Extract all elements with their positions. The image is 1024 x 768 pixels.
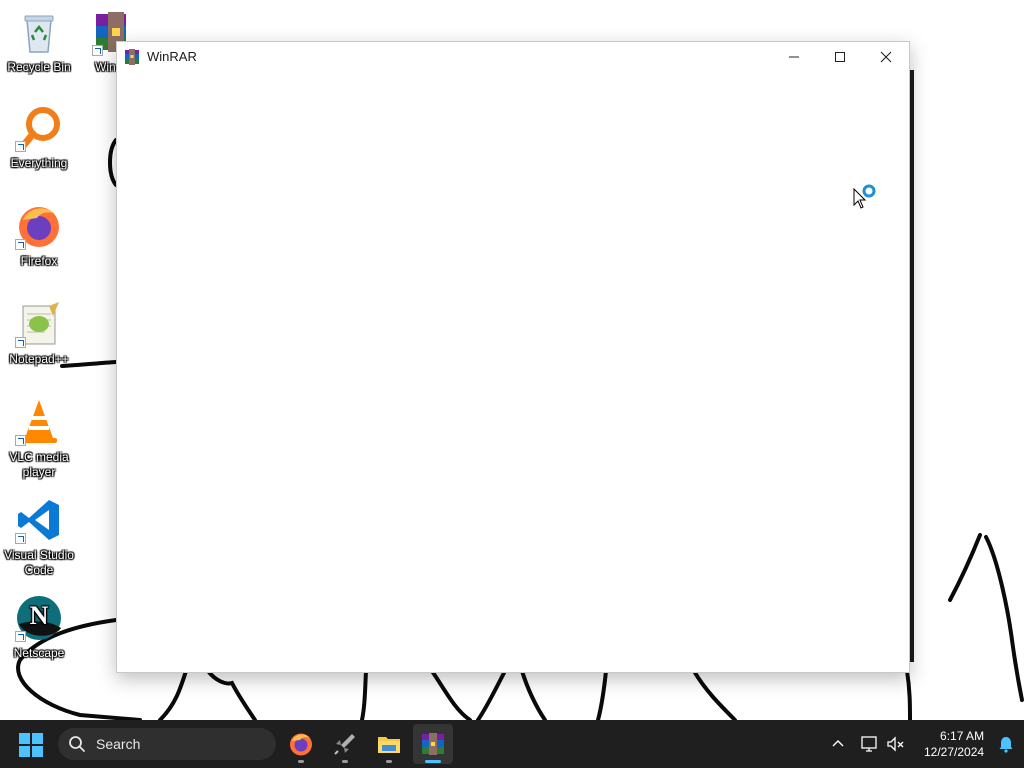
desktop-icon-recycle-bin[interactable]: Recycle Bin xyxy=(1,8,77,75)
search-icon xyxy=(69,736,85,752)
desktop-icon-label: Notepad++ xyxy=(9,352,69,366)
running-indicator xyxy=(386,760,392,763)
desktop-icon-label: Everything xyxy=(10,156,68,170)
shortcut-arrow-icon xyxy=(15,631,26,642)
shortcut-arrow-icon xyxy=(15,337,26,348)
active-indicator xyxy=(425,760,441,763)
maximize-button[interactable] xyxy=(817,42,863,71)
close-button[interactable] xyxy=(863,42,909,71)
close-icon xyxy=(880,51,892,62)
desktop-icon-label: VLC media player xyxy=(9,450,69,479)
shortcut-arrow-icon xyxy=(15,239,26,250)
desktop-icon-firefox[interactable]: Firefox xyxy=(1,202,77,269)
window-title: WinRAR xyxy=(147,49,197,64)
network-button[interactable] xyxy=(860,734,880,754)
desktop-icon-label: Firefox xyxy=(20,254,58,268)
system-tray: 6:17 AM 12/27/2024 xyxy=(828,720,1016,768)
taskbar-clock[interactable]: 6:17 AM 12/27/2024 xyxy=(924,728,984,760)
winrar-icon xyxy=(422,733,444,755)
minimize-button[interactable] xyxy=(771,42,817,71)
running-indicator xyxy=(342,760,348,763)
winrar-icon xyxy=(125,48,139,65)
volume-button[interactable] xyxy=(886,734,906,754)
recycle-bin-icon xyxy=(15,8,63,56)
desktop-icon-label: Netscape xyxy=(13,646,65,660)
firefox-icon xyxy=(290,733,312,756)
desktop-icon-label: Visual Studio Code xyxy=(4,548,74,577)
maximize-icon xyxy=(835,51,845,62)
show-hidden-icons-button[interactable] xyxy=(828,734,848,754)
notepad-plus-plus-icon xyxy=(15,300,63,348)
taskbar-app-rocket[interactable] xyxy=(325,724,365,764)
desktop-icon-netscape[interactable]: N Netscape xyxy=(1,594,77,661)
taskbar-app-firefox[interactable] xyxy=(281,724,321,764)
bell-icon xyxy=(999,737,1013,753)
clock-date: 12/27/2024 xyxy=(924,745,985,759)
network-icon xyxy=(861,736,877,752)
running-indicator xyxy=(298,760,304,763)
shortcut-arrow-icon xyxy=(15,533,26,544)
taskbar-search-box[interactable] xyxy=(58,728,276,760)
desktop-icon-notepad-plus-plus[interactable]: Notepad++ xyxy=(1,300,77,367)
desktop-icon-vlc[interactable]: VLC media player xyxy=(1,398,77,480)
search-input[interactable] xyxy=(94,735,258,753)
taskbar-app-winrar[interactable] xyxy=(413,724,453,764)
desktop-icon-label: Recycle Bin xyxy=(7,60,71,74)
notifications-button[interactable] xyxy=(996,734,1016,754)
desktop-icon-label: Win xyxy=(95,60,116,74)
start-button[interactable] xyxy=(18,732,44,758)
volume-muted-icon xyxy=(887,736,904,752)
minimize-icon xyxy=(789,56,799,57)
netscape-icon: N xyxy=(15,594,63,642)
vscode-icon xyxy=(15,496,63,544)
taskbar: 6:17 AM 12/27/2024 xyxy=(0,720,1024,768)
clock-time: 6:17 AM xyxy=(940,729,985,743)
taskbar-app-file-explorer[interactable] xyxy=(369,724,409,764)
winrar-window[interactable]: WinRAR xyxy=(116,41,910,673)
shortcut-arrow-icon xyxy=(15,141,26,152)
desktop-icon-vscode[interactable]: Visual Studio Code xyxy=(1,496,77,578)
desktop-icon-everything[interactable]: Everything xyxy=(1,104,77,171)
svg-text:N: N xyxy=(30,601,49,630)
vlc-icon xyxy=(15,398,63,446)
folder-icon xyxy=(378,737,400,753)
everything-icon xyxy=(15,104,63,152)
shortcut-arrow-icon xyxy=(92,45,103,56)
rocket-icon xyxy=(334,734,355,755)
window-content-area[interactable] xyxy=(117,71,909,672)
firefox-icon xyxy=(15,202,63,250)
busy-cursor-icon xyxy=(853,184,876,209)
window-titlebar[interactable]: WinRAR xyxy=(117,42,909,71)
chevron-up-icon xyxy=(832,740,844,747)
shortcut-arrow-icon xyxy=(15,435,26,446)
